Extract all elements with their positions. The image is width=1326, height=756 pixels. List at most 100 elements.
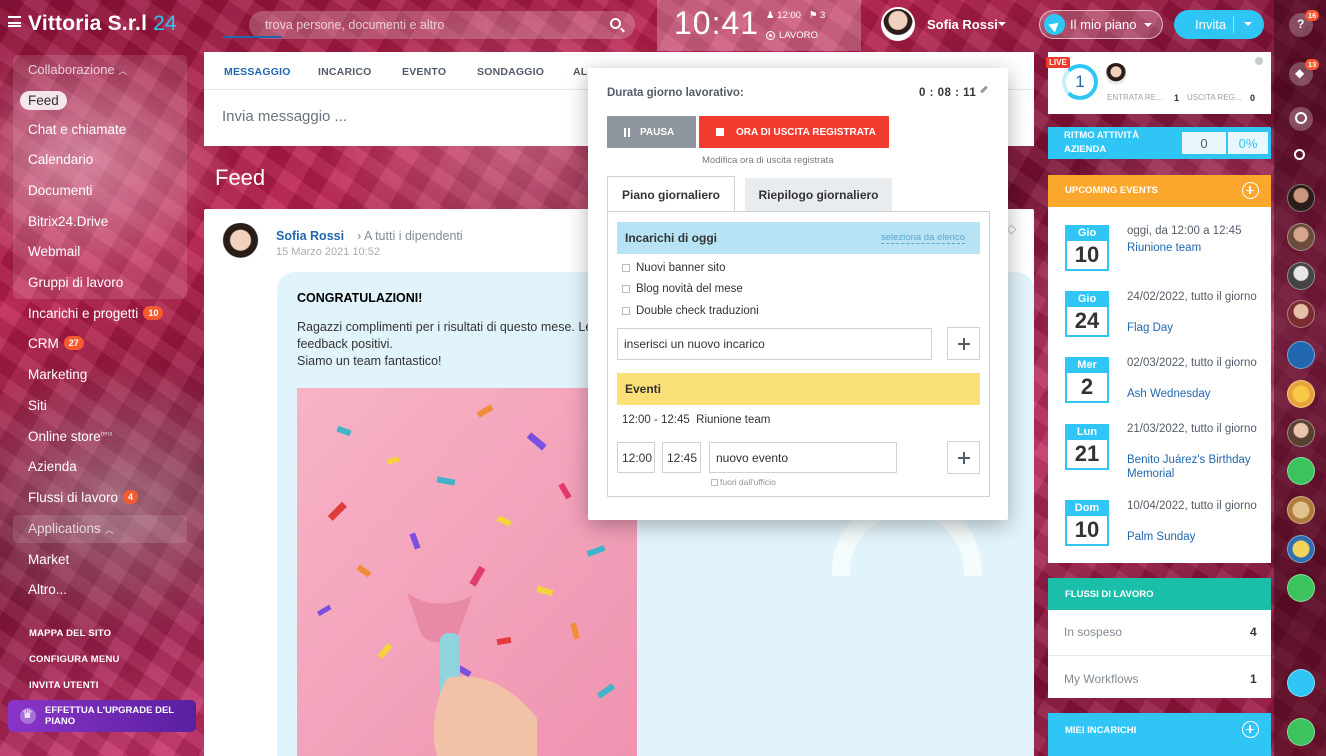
task-item[interactable]: Nuovi banner sito [622,262,726,274]
avatar[interactable] [1287,184,1315,212]
avatar[interactable] [1287,262,1315,290]
share-icon[interactable] [1287,669,1315,697]
search-input[interactable] [249,11,635,39]
new-task-input[interactable] [617,328,932,360]
task-item[interactable]: Blog novità del mese [622,283,743,295]
avatar[interactable] [1287,419,1315,447]
avatar[interactable] [1287,535,1315,563]
sidebar-item-webmail[interactable]: Webmail [28,244,80,259]
tab-daily-plan[interactable]: Piano giornaliero [607,176,735,212]
upcoming-events-title[interactable]: UPCOMING EVENTS [1065,185,1158,196]
invite-button[interactable]: Invita [1174,10,1264,39]
sidebar-section-applications[interactable]: Applications ︿ [28,521,114,536]
sidebar-item-drive[interactable]: Bitrix24.Drive [28,214,108,229]
company-logo[interactable]: Vittoria S.r.l 24 [28,12,177,36]
add-task-button[interactable] [947,327,980,360]
event-title-link[interactable]: Benito Juárez's Birthday Memorial [1127,453,1262,481]
chevron-down-icon[interactable] [1244,22,1252,30]
sitemap-link[interactable]: MAPPA DEL SITO [29,628,111,639]
sidebar-item-company[interactable]: Azienda [28,459,77,474]
sidebar-item-documents[interactable]: Documenti [28,183,93,198]
user-icon[interactable] [1287,574,1315,602]
event-title-link[interactable]: Palm Sunday [1127,530,1262,544]
add-task-icon[interactable] [1242,721,1259,738]
configure-menu-link[interactable]: CONFIGURA MENU [29,654,120,665]
event-end-input[interactable] [662,442,701,473]
search-box[interactable] [249,11,635,39]
tab-daily-summary[interactable]: Riepilogo giornaliero [745,178,892,212]
sidebar-item-calendar[interactable]: Calendario [28,152,93,167]
my-plan-button[interactable]: Il mio piano [1039,10,1163,39]
chat-icon[interactable] [1289,107,1313,131]
popup-arrow [600,60,616,68]
out-of-office-checkbox[interactable]: fuori dall'ufficio [711,477,776,487]
sidebar-item-groups[interactable]: Gruppi di lavoro [28,275,123,290]
checkbox[interactable] [622,307,630,315]
search-icon[interactable] [610,18,621,29]
sidebar-item-online-store[interactable]: Online storebeta [28,429,112,444]
workflow-row-pending[interactable]: In sospeso [1064,625,1122,639]
post-image-confetti[interactable] [297,388,637,756]
sidebar-item-more[interactable]: Altro... [28,582,67,597]
rhythm-percent: 0% [1228,132,1268,154]
avatar[interactable] [1287,380,1315,408]
event-item[interactable]: 12:00 - 12:45 Riunione team [622,414,770,426]
event-title-link[interactable]: Ash Wednesday [1127,387,1262,401]
avatar[interactable] [1287,300,1315,328]
event-title-link[interactable]: Flag Day [1127,321,1262,335]
avatar[interactable] [1105,63,1127,85]
close-icon[interactable] [1255,57,1263,65]
message-input[interactable] [222,100,582,132]
tab-task[interactable]: INCARICO [318,66,372,78]
exit-count: 0 [1250,93,1256,103]
checkbox[interactable] [711,478,718,486]
pause-button[interactable]: PAUSA [607,116,696,148]
avatar[interactable] [1287,223,1315,251]
tab-event[interactable]: EVENTO [402,66,446,78]
sidebar-section-title[interactable]: Collaborazione ︿ [28,62,127,77]
edit-exit-link[interactable]: Modifica ora di uscita registrata [702,155,833,166]
event-title-link[interactable]: Riunione team [1127,241,1262,255]
post-author[interactable]: Sofia Rossi [276,229,344,243]
cal-weekday: Gio [1067,227,1107,241]
workflow-row-mine[interactable]: My Workflows [1064,672,1138,686]
exit-registered-button[interactable]: ORA DI USCITA REGISTRATA [699,116,889,148]
user-name[interactable]: Sofia Rossi [927,17,998,32]
add-event-button[interactable] [947,441,980,474]
invite-users-link[interactable]: INVITA UTENTI [29,680,99,691]
sidebar-item-market[interactable]: Market [28,552,69,567]
avatar[interactable] [1287,496,1315,524]
clock-time[interactable]: 10:41 [674,5,759,42]
tab-poll[interactable]: SONDAGGIO [477,66,544,78]
sidebar-item-workflows[interactable]: Flussi di lavoro 4 [28,490,139,505]
search-icon[interactable] [1294,149,1305,160]
clock-info: ♟ 12:00 ⚑ 3 [766,10,825,21]
add-event-icon[interactable] [1242,182,1259,199]
task-item[interactable]: Double check traduzioni [622,305,759,317]
post-recipient[interactable]: › A tutti i dipendenti [357,229,463,243]
checkbox[interactable] [622,264,630,272]
sidebar-item-marketing[interactable]: Marketing [28,367,87,382]
sidebar-item-feed[interactable]: Feed [20,91,67,110]
chevron-down-icon[interactable] [998,22,1006,30]
event-start-input[interactable] [617,442,655,473]
chevron-down-icon [1144,23,1152,31]
workflows-title[interactable]: FLUSSI DI LAVORO [1065,589,1154,600]
tab-message[interactable]: MESSAGGIO [224,66,291,78]
new-event-input[interactable] [709,442,897,473]
upgrade-button[interactable]: EFFETTUA L'UPGRADE DEL PIANO [8,700,196,732]
sidebar-item-chat[interactable]: Chat e chiamate [28,122,126,137]
menu-icon[interactable] [8,16,21,27]
my-tasks-title[interactable]: MIEI INCARICHI [1065,725,1136,736]
lock-icon[interactable] [1287,457,1315,485]
tab-more[interactable]: AL [573,66,587,78]
avatar[interactable] [881,7,915,41]
sidebar-item-sites[interactable]: Siti [28,398,47,413]
sidebar-item-crm[interactable]: CRM 27 [28,336,84,351]
avatar[interactable] [219,223,262,266]
checkbox[interactable] [622,285,630,293]
sidebar-item-tasks[interactable]: Incarichi e progetti 10 [28,306,164,321]
phone-icon[interactable] [1287,718,1315,746]
group-chat-icon[interactable] [1287,341,1315,369]
select-from-list-link[interactable]: seleziona da elenco [881,232,965,244]
